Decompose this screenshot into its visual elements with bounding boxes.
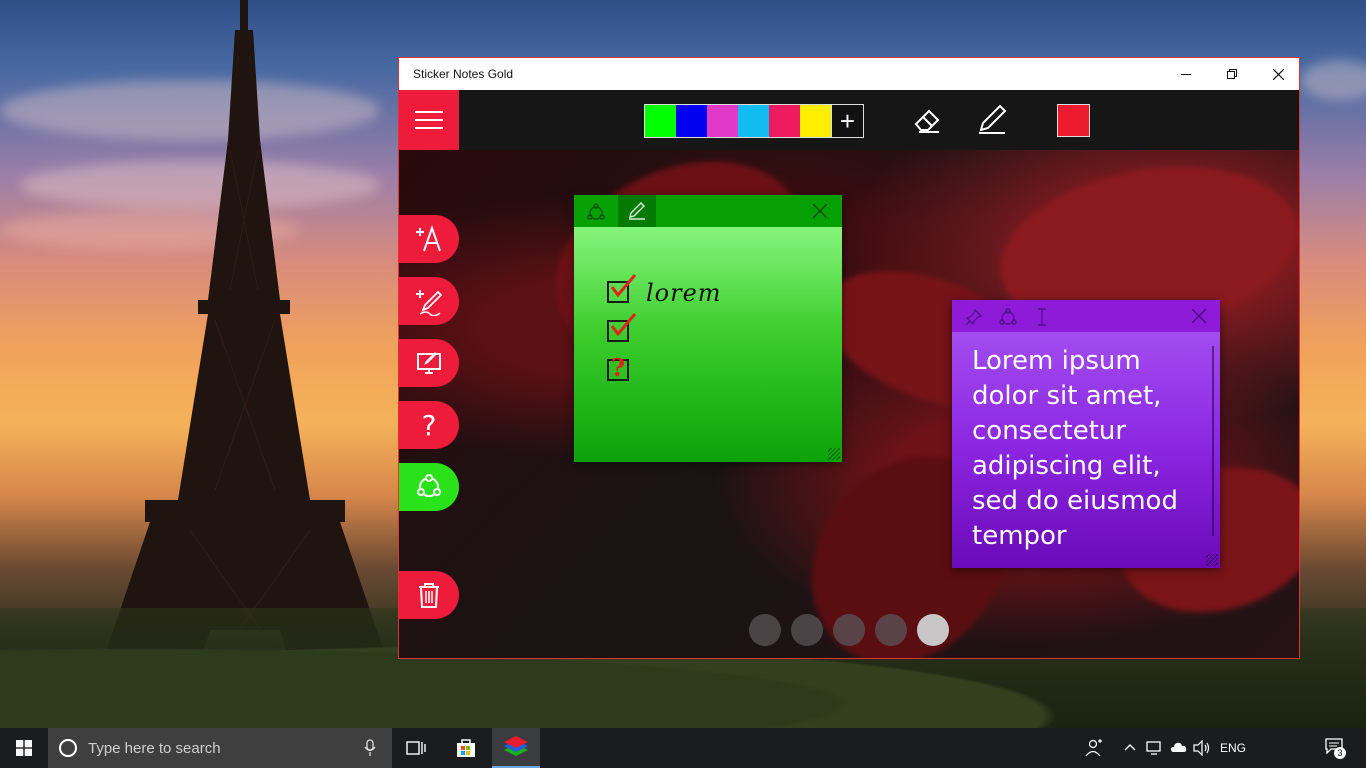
note-body[interactable]: Lorem ipsum dolor sit amet, consectetur … bbox=[952, 332, 1220, 568]
edit-background-button[interactable] bbox=[399, 339, 459, 387]
page-dot[interactable] bbox=[749, 614, 781, 646]
window-title: Sticker Notes Gold bbox=[413, 67, 514, 81]
volume-icon[interactable] bbox=[1193, 740, 1211, 756]
add-text-note-button[interactable] bbox=[399, 215, 459, 263]
share-icon[interactable] bbox=[587, 203, 605, 221]
network-icon[interactable] bbox=[1146, 740, 1162, 756]
trash-icon bbox=[419, 583, 439, 608]
text-cursor-icon bbox=[1038, 308, 1046, 326]
cortana-icon bbox=[59, 739, 77, 757]
restore-button[interactable] bbox=[1209, 58, 1255, 90]
sticker-notes-taskbar-button[interactable] bbox=[492, 728, 540, 768]
add-text-icon bbox=[416, 224, 441, 252]
task-view-icon bbox=[406, 741, 426, 755]
pen-color-button[interactable] bbox=[1057, 104, 1090, 137]
share-button[interactable] bbox=[399, 463, 459, 511]
color-swatch[interactable] bbox=[800, 105, 831, 137]
menu-button[interactable] bbox=[399, 90, 459, 150]
color-swatch[interactable] bbox=[769, 105, 800, 137]
sticky-note-purple[interactable]: Lorem ipsum dolor sit amet, consectetur … bbox=[952, 300, 1220, 568]
checkbox-question[interactable]: ? bbox=[607, 353, 629, 382]
cloud-icon[interactable] bbox=[1169, 741, 1187, 753]
cloud bbox=[1300, 60, 1366, 100]
add-drawing-icon bbox=[416, 290, 443, 316]
microphone-icon[interactable] bbox=[364, 739, 376, 757]
checkmark-icon bbox=[610, 313, 637, 337]
app-window: Sticker Notes Gold + ? lorem ? Lorem ips… bbox=[398, 57, 1300, 659]
sticker-notes-app-icon bbox=[504, 736, 528, 756]
minimize-icon bbox=[1181, 74, 1191, 75]
note-body[interactable]: lorem ? bbox=[574, 227, 842, 462]
handwritten-text: lorem bbox=[646, 279, 722, 307]
task-view-button[interactable] bbox=[392, 728, 440, 768]
share-icon bbox=[417, 474, 441, 497]
restore-icon bbox=[1227, 69, 1237, 79]
delete-button[interactable] bbox=[399, 571, 459, 619]
hamburger-menu-icon bbox=[415, 111, 443, 113]
color-swatch[interactable] bbox=[676, 105, 707, 137]
hamburger-menu-icon bbox=[415, 127, 443, 129]
add-color-button[interactable]: + bbox=[831, 105, 863, 137]
taskbar: Type here to search ENG 3 bbox=[0, 728, 1366, 768]
page-dot[interactable] bbox=[875, 614, 907, 646]
store-button[interactable] bbox=[442, 728, 490, 768]
question-icon: ? bbox=[421, 408, 437, 442]
title-bar: Sticker Notes Gold bbox=[399, 58, 1299, 90]
close-icon[interactable] bbox=[1192, 309, 1206, 323]
add-drawing-note-button[interactable] bbox=[399, 277, 459, 325]
notification-count-badge: 3 bbox=[1334, 747, 1346, 759]
pen-icon bbox=[629, 202, 645, 220]
note-text[interactable]: Lorem ipsum dolor sit amet, consectetur … bbox=[972, 344, 1197, 554]
hamburger-menu-icon bbox=[415, 119, 443, 121]
color-swatch[interactable] bbox=[645, 105, 676, 137]
edit-screen-icon bbox=[417, 352, 441, 374]
page-dot[interactable] bbox=[791, 614, 823, 646]
search-placeholder: Type here to search bbox=[88, 740, 221, 757]
start-button[interactable] bbox=[0, 728, 48, 768]
eraser-icon[interactable] bbox=[911, 102, 945, 136]
close-icon[interactable] bbox=[813, 204, 827, 218]
color-swatches: + bbox=[644, 104, 864, 138]
store-icon bbox=[457, 739, 475, 757]
question-icon: ? bbox=[611, 353, 626, 382]
minimize-button[interactable] bbox=[1163, 58, 1209, 90]
chevron-up-icon[interactable] bbox=[1124, 743, 1136, 751]
edit-note-button[interactable] bbox=[618, 195, 656, 227]
note-header bbox=[952, 300, 1220, 332]
page-dot[interactable] bbox=[833, 614, 865, 646]
checkbox-checked[interactable] bbox=[607, 313, 637, 342]
page-indicator bbox=[749, 614, 949, 646]
color-swatch[interactable] bbox=[707, 105, 738, 137]
close-icon bbox=[1272, 68, 1284, 80]
note-header bbox=[574, 195, 842, 227]
notes-board: ? lorem ? Lorem ipsum dolor sit amet, co… bbox=[399, 150, 1299, 658]
sticky-note-green[interactable]: lorem ? bbox=[574, 195, 842, 462]
pen-icon[interactable] bbox=[975, 102, 1009, 136]
scrollbar[interactable] bbox=[1212, 346, 1214, 536]
page-dot[interactable] bbox=[917, 614, 949, 646]
checkbox-checked[interactable] bbox=[607, 274, 637, 303]
pin-icon[interactable] bbox=[965, 308, 983, 326]
resize-grip[interactable] bbox=[828, 448, 840, 460]
windows-logo-icon bbox=[16, 740, 32, 756]
resize-grip[interactable] bbox=[1206, 554, 1218, 566]
search-box[interactable]: Type here to search bbox=[48, 728, 392, 768]
share-icon[interactable] bbox=[999, 308, 1017, 326]
checkmark-icon bbox=[610, 274, 637, 298]
close-button[interactable] bbox=[1255, 58, 1301, 90]
toolbar: + bbox=[399, 90, 1299, 150]
help-button[interactable]: ? bbox=[399, 401, 459, 449]
language-indicator[interactable]: ENG bbox=[1220, 741, 1246, 755]
color-swatch[interactable] bbox=[738, 105, 769, 137]
people-icon[interactable] bbox=[1085, 739, 1103, 757]
action-center-button[interactable]: 3 bbox=[1325, 738, 1347, 760]
